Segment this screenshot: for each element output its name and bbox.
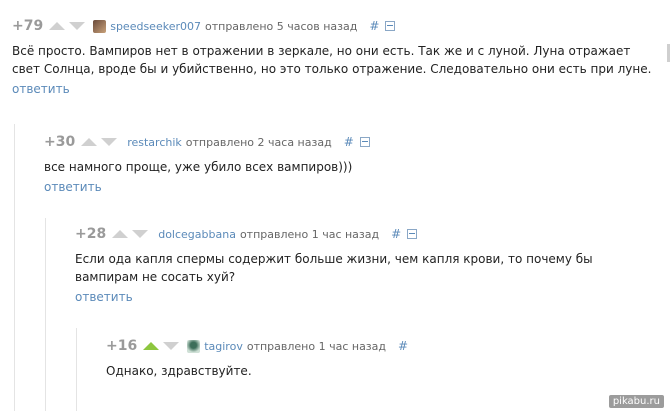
upvote-icon[interactable] (112, 230, 129, 238)
collapse-icon[interactable] (359, 137, 370, 147)
downvote-icon[interactable] (69, 22, 86, 30)
avatar[interactable] (187, 339, 201, 353)
upvote-icon[interactable] (81, 138, 98, 146)
permalink[interactable]: # (398, 339, 408, 353)
reply-link[interactable]: ответить (12, 82, 70, 96)
permalink[interactable]: # (391, 227, 401, 241)
timestamp: отправлено 2 часа назад (185, 135, 332, 149)
avatar[interactable] (93, 19, 107, 33)
comment-rating: +30 (44, 134, 76, 150)
timestamp: отправлено 1 час назад (239, 227, 380, 241)
comment-4: +16 tagirov отправлено 1 час назад # Одн… (76, 328, 656, 411)
comment-1: +79 speedseeker007 отправлено 5 часов на… (12, 16, 657, 97)
upvote-icon[interactable] (143, 342, 160, 350)
username-link[interactable]: dolcegabbana (158, 228, 236, 241)
watermark: pikabu.ru (608, 395, 664, 408)
reply-link[interactable]: ответить (44, 180, 102, 194)
comment-text: Если ода капля спермы содержит больше жи… (75, 252, 593, 284)
collapse-icon[interactable] (407, 229, 418, 239)
comment-text: Всё просто. Вампиров нет в отражении в з… (12, 44, 652, 76)
reply-link[interactable]: ответить (75, 290, 133, 304)
comment-text: все намного проще, уже убило всех вампир… (44, 160, 353, 174)
comment-header: +30 restarchik отправлено 2 часа назад # (44, 132, 644, 152)
downvote-icon[interactable] (163, 342, 180, 350)
permalink[interactable]: # (344, 135, 354, 149)
downvote-icon[interactable] (101, 138, 118, 146)
thread-line (45, 218, 46, 411)
downvote-icon[interactable] (132, 230, 149, 238)
timestamp: отправлено 5 часов назад (204, 19, 358, 33)
comment-rating: +16 (106, 338, 138, 354)
permalink[interactable]: # (369, 19, 379, 33)
comment-rating: +28 (75, 226, 107, 242)
comment-header: +28 dolcegabbana отправлено 1 час назад … (75, 224, 645, 244)
comment-rating: +79 (12, 18, 44, 34)
thread-line (14, 124, 15, 411)
comment-header: +79 speedseeker007 отправлено 5 часов на… (12, 16, 657, 36)
timestamp: отправлено 1 час назад (246, 339, 387, 353)
username-link[interactable]: restarchik (127, 136, 182, 149)
comment-header: +16 tagirov отправлено 1 час назад # (106, 336, 646, 356)
thread-line (76, 328, 77, 411)
comment-text: Однако, здравствуйте. (106, 364, 252, 378)
collapse-icon[interactable] (385, 21, 396, 31)
upvote-icon[interactable] (49, 22, 66, 30)
username-link[interactable]: tagirov (204, 340, 243, 353)
username-link[interactable]: speedseeker007 (110, 20, 201, 33)
